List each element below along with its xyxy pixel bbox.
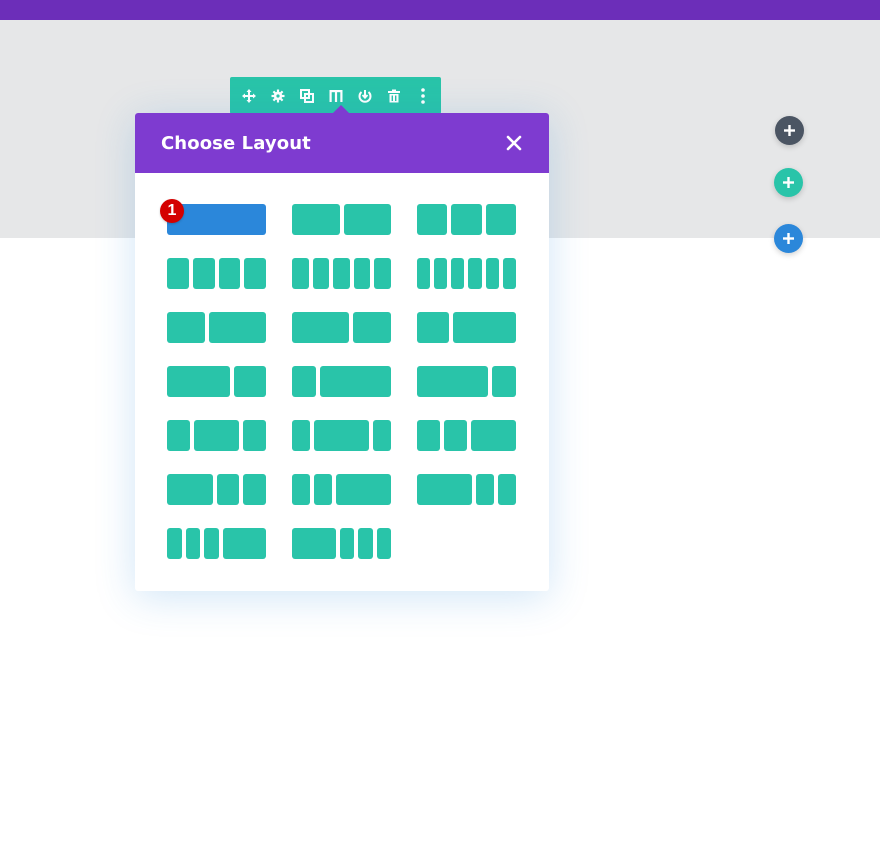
layout-option[interactable] <box>167 258 266 289</box>
layout-column <box>443 420 467 451</box>
layout-column <box>376 528 391 559</box>
layout-column <box>292 420 311 451</box>
layout-column <box>372 420 391 451</box>
layout-column <box>492 366 516 397</box>
layout-column <box>417 258 431 289</box>
move-icon[interactable] <box>238 84 260 108</box>
layout-column <box>167 258 189 289</box>
duplicate-icon[interactable] <box>296 84 318 108</box>
layout-option[interactable] <box>292 474 391 505</box>
layout-column <box>244 258 266 289</box>
layout-column <box>358 528 373 559</box>
layout-option[interactable] <box>417 420 516 451</box>
add-section-button[interactable] <box>775 116 804 145</box>
layout-option[interactable] <box>417 312 516 343</box>
layout-column <box>209 312 266 343</box>
layout-column <box>417 204 448 235</box>
close-icon[interactable] <box>505 134 523 152</box>
layout-option[interactable] <box>417 204 516 235</box>
layout-option[interactable] <box>292 312 391 343</box>
layout-option[interactable] <box>167 420 266 451</box>
modal-title: Choose Layout <box>161 132 311 154</box>
layout-column <box>333 258 350 289</box>
layout-column <box>452 312 516 343</box>
layout-option[interactable] <box>292 528 391 559</box>
layout-column <box>470 420 516 451</box>
layout-column <box>216 474 240 505</box>
layout-option[interactable] <box>292 366 391 397</box>
layout-column <box>243 420 266 451</box>
layout-column <box>417 312 449 343</box>
layout-column <box>312 258 330 289</box>
layout-option[interactable] <box>417 366 516 397</box>
layout-column <box>292 528 336 559</box>
layout-column <box>234 366 266 397</box>
add-module-button[interactable] <box>774 224 803 253</box>
layout-column <box>292 366 316 397</box>
layout-column <box>222 528 266 559</box>
layout-option[interactable] <box>292 204 391 235</box>
layout-column <box>204 528 219 559</box>
top-bar <box>0 0 880 20</box>
plus-icon <box>783 233 794 244</box>
layout-column <box>485 204 516 235</box>
layout-column <box>292 474 311 505</box>
layout-column <box>451 204 482 235</box>
layout-column <box>374 258 391 289</box>
layout-column <box>314 420 369 451</box>
layout-column <box>167 420 190 451</box>
layout-column <box>192 258 215 289</box>
layout-column <box>292 258 309 289</box>
columns-icon[interactable] <box>325 84 347 108</box>
layout-option[interactable] <box>167 474 266 505</box>
layout-column <box>353 258 371 289</box>
layout-column <box>502 258 516 289</box>
layout-column <box>417 366 489 397</box>
layout-column <box>475 474 494 505</box>
layout-column <box>468 258 482 289</box>
layout-column <box>339 528 354 559</box>
layout-column <box>167 474 213 505</box>
more-vertical-icon[interactable] <box>412 84 434 108</box>
layout-option[interactable] <box>417 474 516 505</box>
layout-column <box>497 474 516 505</box>
layout-option[interactable] <box>167 366 266 397</box>
layout-column <box>417 474 472 505</box>
layout-column <box>451 258 465 289</box>
plus-icon <box>783 177 794 188</box>
layout-option[interactable] <box>292 420 391 451</box>
plus-icon <box>784 125 795 136</box>
layout-column <box>218 258 241 289</box>
layout-option[interactable] <box>417 258 516 289</box>
layout-option[interactable] <box>167 528 266 559</box>
save-icon[interactable] <box>354 84 376 108</box>
gear-icon[interactable] <box>267 84 289 108</box>
layout-column <box>314 474 333 505</box>
layout-column <box>343 204 391 235</box>
layout-column <box>292 204 340 235</box>
layout-option[interactable] <box>167 312 266 343</box>
layout-column <box>167 528 182 559</box>
layout-column <box>292 312 349 343</box>
modal-header: Choose Layout <box>135 113 549 173</box>
layout-option[interactable] <box>292 258 391 289</box>
annotation-badge: 1 <box>160 199 184 223</box>
layout-column <box>434 258 448 289</box>
layout-column <box>485 258 499 289</box>
layout-column <box>243 474 266 505</box>
layout-column <box>167 366 231 397</box>
layout-column <box>319 366 391 397</box>
layout-column <box>193 420 240 451</box>
layout-column <box>167 312 205 343</box>
layout-column <box>353 312 391 343</box>
add-row-button[interactable] <box>774 168 803 197</box>
layout-column <box>185 528 200 559</box>
layout-column <box>336 474 391 505</box>
choose-layout-modal: Choose Layout <box>135 105 549 591</box>
trash-icon[interactable] <box>383 84 405 108</box>
layout-column <box>417 420 440 451</box>
